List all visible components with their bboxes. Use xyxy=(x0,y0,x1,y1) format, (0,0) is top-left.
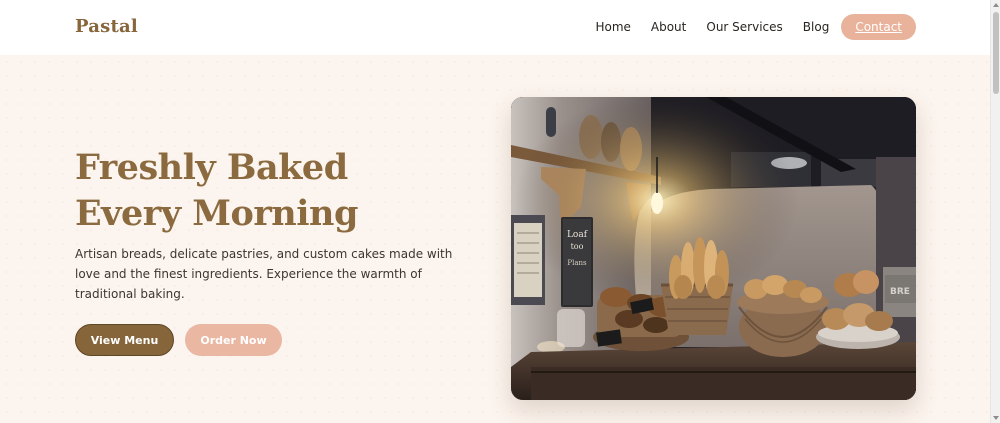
scrollbar-thumb[interactable] xyxy=(993,12,999,94)
nav-link-about[interactable]: About xyxy=(651,20,686,34)
hero-title: Freshly Baked Every Morning xyxy=(75,145,358,237)
main-nav: Home About Our Services Blog Contact xyxy=(595,14,916,40)
hero-bakery-image: Loaf too Plans BRE xyxy=(511,97,916,400)
scroll-up-icon[interactable] xyxy=(993,3,999,7)
hero-title-line-2: Every Morning xyxy=(75,193,358,234)
nav-link-services[interactable]: Our Services xyxy=(706,20,782,34)
nav-link-blog[interactable]: Blog xyxy=(803,20,830,34)
contact-button[interactable]: Contact xyxy=(841,14,916,40)
view-menu-button[interactable]: View Menu xyxy=(75,324,174,356)
hero-section: Freshly Baked Every Morning Artisan brea… xyxy=(0,55,990,423)
chalkboard-text-3: Plans xyxy=(567,259,587,267)
wall-sign-text: BRE xyxy=(890,287,910,297)
scroll-down-icon[interactable] xyxy=(993,416,999,420)
hero-description: Artisan breads, delicate pastries, and c… xyxy=(75,247,453,301)
order-now-button[interactable]: Order Now xyxy=(185,324,282,356)
hero-title-line-1: Freshly Baked xyxy=(75,147,348,188)
brand-logo[interactable]: Pastal xyxy=(75,16,138,37)
vertical-scrollbar[interactable] xyxy=(990,0,1000,423)
site-header: Pastal Home About Our Services Blog Cont… xyxy=(0,0,990,55)
page: Pastal Home About Our Services Blog Cont… xyxy=(0,0,1000,423)
nav-link-home[interactable]: Home xyxy=(595,20,630,34)
chalkboard-text-1: Loaf xyxy=(567,230,588,240)
chalkboard-text-2: too xyxy=(571,242,584,251)
